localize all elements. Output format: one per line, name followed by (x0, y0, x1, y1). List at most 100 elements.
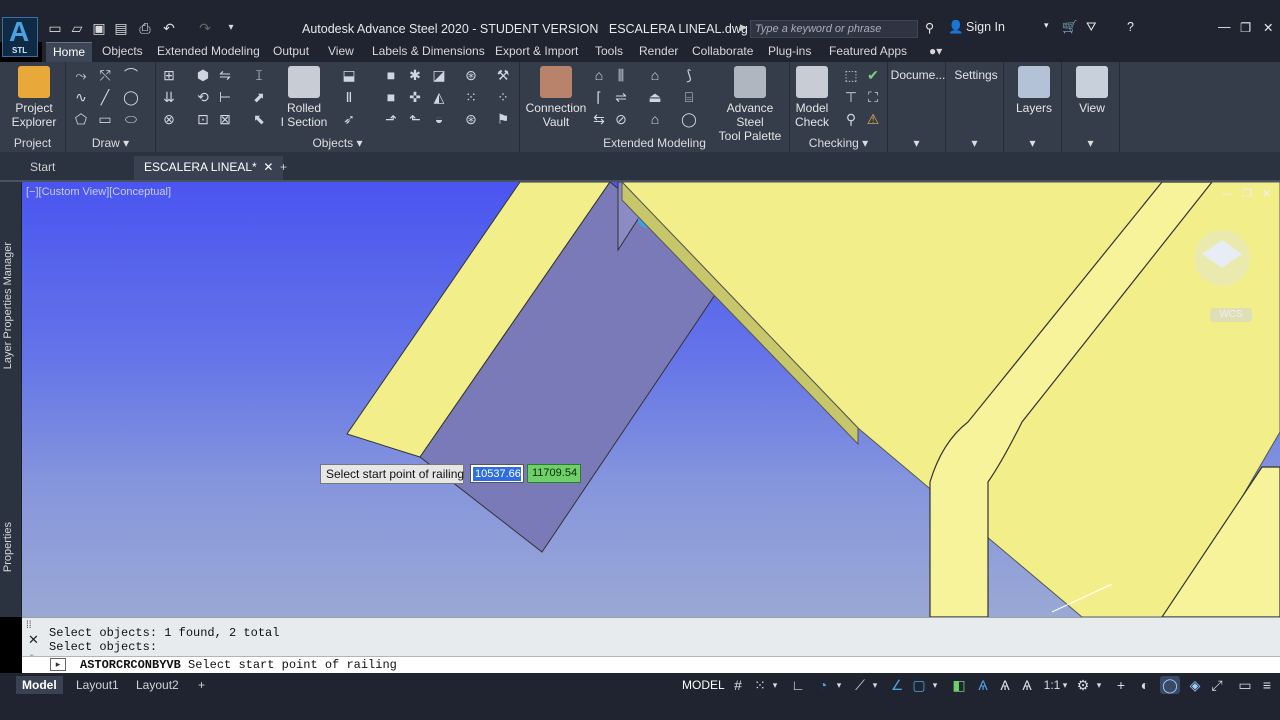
purlin-icon[interactable]: ⇆ (590, 110, 608, 128)
plate-icon[interactable]: ⬓ (340, 66, 358, 84)
i-beam-small-icon[interactable]: 𝙸 (250, 66, 268, 84)
viewport-controls-label[interactable]: [−][Custom View][Conceptual] (26, 186, 171, 198)
viewport-minimize-icon[interactable]: — (1222, 188, 1233, 200)
column-icon[interactable]: ⟲ (194, 88, 212, 106)
tab-view[interactable]: View (326, 42, 356, 62)
grid-icon[interactable]: ⊞ (160, 66, 178, 84)
chevron-right-icon[interactable]: ▶ (740, 22, 747, 33)
save-icon[interactable]: ▣ (90, 20, 108, 36)
clash-icon[interactable]: ⬚ (842, 66, 860, 84)
collision-icon[interactable]: ⛶ (864, 88, 882, 106)
circle-icon[interactable]: ◯ (122, 88, 140, 106)
line-icon[interactable]: ╱ (96, 88, 114, 106)
spiral-stair-icon[interactable]: ⟆ (680, 66, 698, 84)
plate-rect-icon[interactable]: ■ (382, 66, 400, 84)
wcs-menu[interactable]: WCS (1210, 308, 1252, 322)
cage-ladder-icon[interactable]: ⌈ (590, 88, 608, 106)
hardware-acceleration-icon[interactable]: ◈ (1186, 676, 1204, 694)
model-space-button[interactable]: MODEL (676, 676, 731, 694)
model-check-button[interactable]: Model Check (792, 66, 832, 129)
conical-icon[interactable]: ◒ (430, 110, 448, 128)
tab-tools[interactable]: Tools (593, 42, 625, 62)
chevron-down-icon[interactable]: ▾ (834, 676, 844, 694)
audit-icon[interactable]: ⊤ (842, 88, 860, 106)
tab-start[interactable]: Start (30, 160, 55, 174)
rolled-i-section-button[interactable]: Rolled I Section (274, 66, 334, 129)
construction-line-icon[interactable]: ⤲ (96, 66, 114, 84)
chevron-down-icon[interactable]: ▾ (1004, 135, 1061, 151)
user-icon[interactable]: 👤 (948, 20, 964, 35)
tab-model[interactable]: Model (16, 676, 63, 694)
spline-icon[interactable]: ∿ (72, 88, 90, 106)
undo-icon[interactable]: ↶ (160, 20, 178, 36)
tab-render[interactable]: Render (637, 42, 680, 62)
panel-documents[interactable]: Docume... ▾ (888, 62, 946, 152)
units-icon[interactable]: ◐ (1136, 676, 1154, 694)
cart-icon[interactable]: 🛒 (1062, 20, 1078, 35)
joist-icon[interactable]: ⇌ (612, 88, 630, 106)
chevron-down-icon[interactable]: ▾ (1094, 676, 1104, 694)
command-prompt-icon[interactable]: ▸ (50, 658, 66, 671)
truss-icon[interactable]: ⊠ (216, 110, 234, 128)
stair-icon[interactable]: ⌂ (590, 66, 608, 84)
weld-icon[interactable]: ✜ (406, 88, 424, 106)
sign-in-button[interactable]: Sign In (966, 20, 1005, 34)
object-snap-icon[interactable]: ▢ (910, 676, 928, 694)
lineweight-icon[interactable]: ◧ (950, 676, 968, 694)
ortho-icon[interactable]: ∟ (790, 676, 806, 694)
tools-icon[interactable]: ⚒ (494, 66, 512, 84)
save-as-icon[interactable]: ▤ (112, 20, 130, 36)
command-line-input[interactable]: ▸ ASTORCRCONBYVB Select start point of r… (22, 656, 1280, 673)
layer-properties-manager-tab[interactable]: Layer Properties Manager (2, 242, 14, 369)
open-file-icon[interactable]: ▱ (68, 20, 86, 36)
dots-icon[interactable]: ⁘ (494, 88, 512, 106)
tab-collaborate[interactable]: Collaborate (690, 42, 755, 62)
hatch-icon[interactable]: ⊛ (462, 110, 480, 128)
tab-plug-ins[interactable]: Plug-ins (766, 42, 813, 62)
add-tab-icon[interactable]: + (280, 160, 287, 174)
properties-tab[interactable]: Properties (2, 522, 14, 572)
close-command-line-icon[interactable]: ✕ (28, 632, 39, 648)
special-part-icon[interactable]: ➶ (340, 110, 358, 128)
grip-icon[interactable]: ⁞⁞ (26, 620, 32, 631)
home-small-icon[interactable]: ⌂ (646, 110, 664, 128)
sign-in-dropdown-icon[interactable]: ▾ (1044, 20, 1049, 31)
polygon-icon[interactable]: ⬠ (72, 110, 90, 128)
bolt-icon[interactable]: ✱ (406, 66, 424, 84)
frame-icon[interactable]: ⊡ (194, 110, 212, 128)
snap-mode-icon[interactable]: ⁙ (752, 676, 768, 694)
quick-access-dropdown-icon[interactable]: ▾ (222, 20, 240, 36)
grating-icon[interactable]: ⌸ (680, 88, 698, 106)
close-icon[interactable]: ✕ (1263, 20, 1273, 35)
search-small-icon[interactable]: ⚲ (842, 110, 860, 128)
shorten-icon[interactable]: ⬑ (406, 110, 424, 128)
rectangle-icon[interactable]: ▭ (96, 110, 114, 128)
auto-scale-icon[interactable]: Ѧ (996, 676, 1014, 694)
workspace-gear-icon[interactable]: ⚙ (1074, 676, 1092, 694)
advance-steel-tool-palette-button[interactable]: Advance Steel Tool Palette (712, 66, 788, 143)
print-icon[interactable]: ⎙ (136, 20, 154, 36)
isolate-objects-icon[interactable]: ◯ (1160, 676, 1180, 694)
house-icon[interactable]: ⌂ (646, 66, 664, 84)
warning-icon[interactable]: ⚠ (864, 110, 882, 128)
drawing-viewport[interactable]: [−][Custom View][Conceptual] WCS — ❐ ✕ (22, 182, 1280, 617)
panel-layers[interactable]: Layers ▾ (1004, 62, 1062, 152)
tab-labels-dimensions[interactable]: Labels & Dimensions (370, 42, 487, 62)
anchor-icon[interactable]: ◪ (430, 66, 448, 84)
tab-objects[interactable]: Objects (100, 42, 145, 62)
tab-home[interactable]: Home (46, 42, 92, 62)
add-layout-icon[interactable]: + (192, 676, 211, 694)
coordinate-y-input[interactable]: 11709.54 (527, 464, 581, 483)
cold-rolled-icon[interactable]: ⬉ (250, 110, 268, 128)
polar-tracking-icon[interactable]: ◔ (814, 676, 832, 694)
railing-icon[interactable]: ⫼ (612, 66, 630, 84)
fullscreen-icon[interactable]: ▭ (1236, 676, 1254, 694)
polygon-plate-icon[interactable]: ■ (382, 88, 400, 106)
new-file-icon[interactable]: ▭ (46, 20, 64, 36)
object-snap-tracking-icon[interactable]: ∠ (888, 676, 906, 694)
dots-grid-icon[interactable]: ⁙ (462, 88, 480, 106)
chevron-down-icon[interactable]: ▾ (946, 135, 1003, 151)
viewport-restore-icon[interactable]: ❐ (1242, 187, 1252, 200)
beam-icon[interactable]: ⬢ (194, 66, 212, 84)
polyline-icon[interactable]: ⤳ (72, 66, 90, 84)
